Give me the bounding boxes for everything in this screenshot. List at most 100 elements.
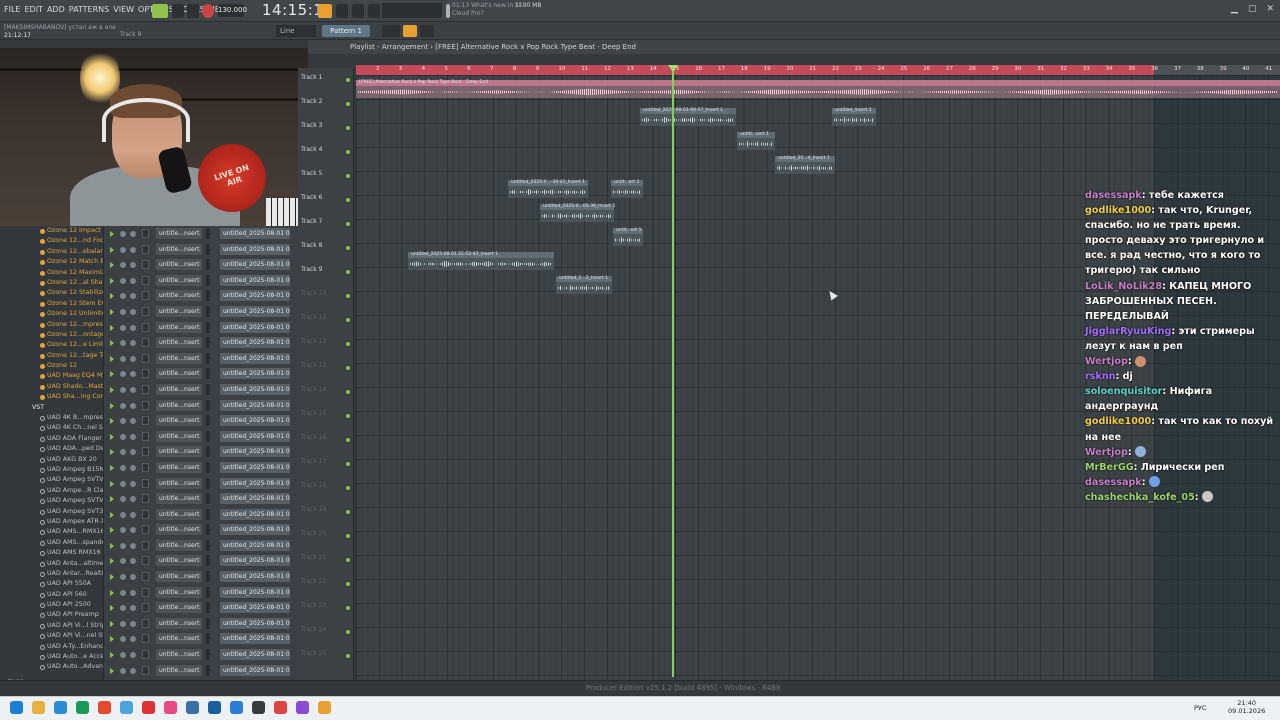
channel-clip[interactable]: untitled_2025-08-01 00... [220,337,290,349]
channel-clip[interactable]: untitled_2025-08-01 00... [220,571,290,583]
pan-knob[interactable] [120,293,126,300]
channel-arrow-icon[interactable] [110,527,114,534]
browser-item[interactable]: Ozone 12 Maximizer [0,268,103,278]
browser-item[interactable]: UAD API 560 [0,590,103,600]
menu-patterns[interactable]: PATTERNS [69,5,109,14]
track-led[interactable] [346,558,350,562]
track-led[interactable] [346,654,350,658]
channel-row[interactable]: untitle...nsert 1 untitled_2025-08-01 00.… [104,382,298,398]
audio-clip[interactable]: untitled_2...2_Insert 1 [556,276,612,294]
browser-item[interactable]: UAD Antar...Realtime [0,569,103,579]
channel-name[interactable]: untitle...nsert 1 [156,274,202,286]
chat-username[interactable]: chashechka_kofe_05 [1085,492,1195,503]
channel-row[interactable]: untitle...nsert 1 untitled_2025-08-01 00.… [104,491,298,507]
system-clock[interactable]: 21:40 09.01.2026 [1228,699,1265,715]
loop-region[interactable] [356,65,1154,75]
channel-arrow-icon[interactable] [110,371,114,378]
track-header[interactable]: Track 5 [298,170,353,178]
channel-clip[interactable]: untitled_2025-08-01 00... [220,228,290,239]
channel-mute[interactable] [142,572,149,582]
track-header[interactable]: Track 22 [298,578,353,586]
channel-mute[interactable] [142,369,149,379]
channel-name[interactable]: untitle...nsert 1 [156,352,202,364]
channel-mute[interactable] [142,306,149,316]
channel-arrow-icon[interactable] [110,464,114,471]
pan-knob[interactable] [120,340,126,347]
channel-row[interactable]: untitle...nsert 1 untitled_2025-08-01 00.… [104,226,298,242]
pan-knob[interactable] [120,589,126,596]
track-header[interactable]: Track 25 [298,650,353,658]
channel-arrow-icon[interactable] [110,231,114,237]
channel-mute[interactable] [142,525,149,535]
pan-knob[interactable] [120,558,126,565]
channel-name[interactable]: untitle...nsert 1 [156,649,202,661]
browser-folder-vst[interactable]: VST [0,403,103,413]
channel-mute[interactable] [142,447,149,457]
chat-username[interactable]: rsknn [1085,371,1115,382]
pan-knob[interactable] [120,496,126,503]
pan-knob[interactable] [120,246,126,253]
channel-row[interactable]: untitle...nsert 1 untitled_2025-08-01 00.… [104,522,298,538]
track-led[interactable] [346,510,350,514]
chat-username[interactable]: JigglarRyuuKing [1085,326,1171,337]
track-led[interactable] [346,414,350,418]
channel-clip[interactable]: untitled_2025-08-01 00... [220,368,290,380]
pan-knob[interactable] [120,371,126,378]
browser-item[interactable]: Ozone 12 [0,361,103,371]
channel-arrow-icon[interactable] [110,277,114,284]
track-led[interactable] [346,366,350,370]
browser-item[interactable]: UAD A-Ty...Enhancer [0,642,103,652]
browser-item[interactable]: UAD Maag EQ4 MS [0,371,103,381]
track-header[interactable]: Track 18 [298,482,353,490]
snap-selector[interactable]: Line [276,25,316,37]
channel-mute[interactable] [142,260,149,270]
channel-clip[interactable]: untitled_2025-08-01 00... [220,493,290,505]
pan-knob[interactable] [120,667,126,674]
channel-clip[interactable]: untitled_2025-08-01 00... [220,399,290,411]
channel-name[interactable]: untitle...nsert 1 [156,555,202,567]
channel-arrow-icon[interactable] [110,605,114,612]
track-header[interactable]: Track 12 [298,338,353,346]
channel-row[interactable]: untitle...nsert 1 untitled_2025-08-01 00.… [104,335,298,351]
browser-item[interactable]: Ozone 12...nd Focus [0,236,103,246]
menu-edit[interactable]: EDIT [24,5,42,14]
pan-knob[interactable] [120,386,126,393]
steam-icon[interactable] [208,701,221,714]
channel-mute[interactable] [142,478,149,488]
browser-item[interactable]: UAD Sha...ing Comp [0,392,103,402]
browser-item[interactable]: Ozone 12 Impact [0,226,103,236]
channel-clip[interactable]: untitled_2025-08-01 00... [220,617,290,629]
volume-knob[interactable] [130,340,136,347]
track-led[interactable] [346,390,350,394]
channel-name[interactable]: untitle...nsert 1 [156,321,202,333]
channel-row[interactable]: untitle...nsert 1 untitled_2025-08-01 00.… [104,304,298,320]
browser-item[interactable]: UAD 4K B...mpressor [0,413,103,423]
browser-item[interactable]: Ozone 12 Stem EQ [0,299,103,309]
track-led[interactable] [346,222,350,226]
audio-clip[interactable]: untit...ert 1 [611,180,643,198]
browser-item[interactable]: Ozone 12...e Limiter [0,340,103,350]
track-header[interactable]: Track 23 [298,602,353,610]
channel-mute[interactable] [142,556,149,566]
volume-knob[interactable] [130,527,136,534]
track-header[interactable]: Track 17 [298,458,353,466]
channel-clip[interactable]: untitled_2025-08-01 00... [220,586,290,598]
browser-item[interactable]: UAD AMS...spanded [0,538,103,548]
channel-arrow-icon[interactable] [110,558,114,565]
track-header[interactable]: Track 7 [298,218,353,226]
audio-clip[interactable]: untitled_insert 1 [832,108,876,126]
track-led[interactable] [346,246,350,250]
step-edit-button[interactable] [352,4,364,18]
channel-arrow-icon[interactable] [110,433,114,440]
channel-name[interactable]: untitle...nsert 1 [156,602,202,614]
channel-mute[interactable] [142,509,149,519]
channel-row[interactable]: untitle...nsert 1 untitled_2025-08-01 00.… [104,616,298,632]
pan-knob[interactable] [120,620,126,627]
input-language[interactable]: РУС [1194,704,1206,712]
channel-mute[interactable] [142,540,149,550]
audio-clip[interactable]: [FREE] Alternative Rock x Pop Rock Type … [356,80,1280,98]
track-header[interactable]: Track 20 [298,530,353,538]
channel-mute[interactable] [142,416,149,426]
chat-username[interactable]: dasessapk [1085,477,1142,488]
pan-knob[interactable] [120,605,126,612]
